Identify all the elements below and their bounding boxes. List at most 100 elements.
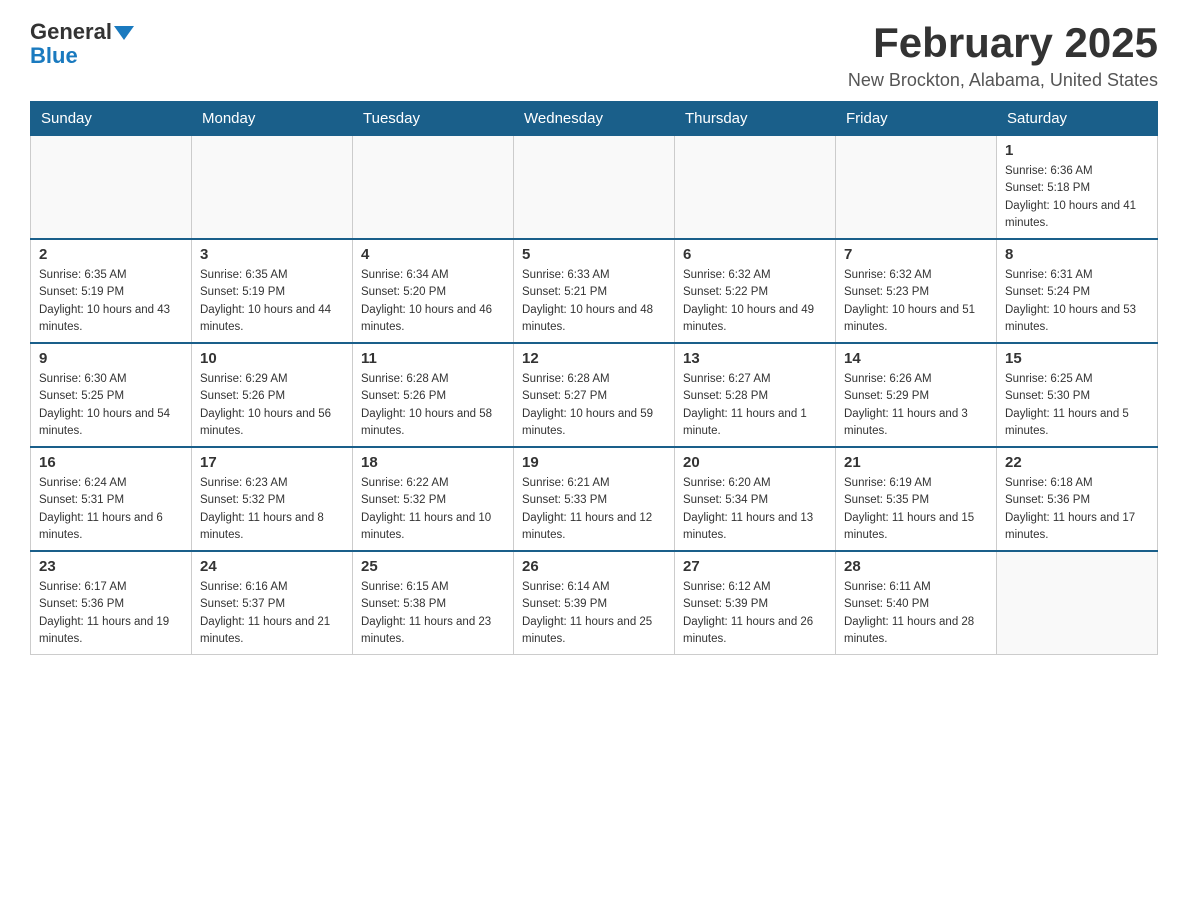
logo: General Blue [30,20,134,68]
calendar-cell: 19 Sunrise: 6:21 AMSunset: 5:33 PMDayligh… [514,447,675,551]
day-number: 14 [844,350,988,367]
day-info: Sunrise: 6:35 AMSunset: 5:19 PMDaylight:… [39,267,183,336]
day-info: Sunrise: 6:34 AMSunset: 5:20 PMDaylight:… [361,267,505,336]
day-number: 18 [361,454,505,471]
calendar-week-1: 1Sunrise: 6:36 AMSunset: 5:18 PMDaylight… [31,136,1158,240]
day-info: Sunrise: 6:12 AMSunset: 5:39 PMDaylight:… [683,579,827,648]
logo-text: General [30,20,134,44]
calendar-cell: 18 Sunrise: 6:22 AMSunset: 5:32 PMDayligh… [353,447,514,551]
day-number: 7 [844,246,988,263]
day-number: 26 [522,558,666,575]
day-info: Sunrise: 6:25 AMSunset: 5:30 PMDaylight:… [1005,371,1149,440]
calendar-cell [353,136,514,240]
calendar-week-3: 9 Sunrise: 6:30 AMSunset: 5:25 PMDaylight… [31,343,1158,447]
day-number: 22 [1005,454,1149,471]
calendar-header-tuesday: Tuesday [353,102,514,136]
calendar-cell: 10Sunrise: 6:29 AMSunset: 5:26 PMDayligh… [192,343,353,447]
logo-triangle-icon [114,26,134,40]
day-info: Sunrise: 6:27 AMSunset: 5:28 PMDaylight:… [683,371,827,440]
calendar-cell [192,136,353,240]
day-info: Sunrise: 6:32 AMSunset: 5:23 PMDaylight:… [844,267,988,336]
day-number: 28 [844,558,988,575]
day-info: Sunrise: 6:19 AMSunset: 5:35 PMDaylight:… [844,475,988,544]
day-info: Sunrise: 6:20 AMSunset: 5:34 PMDaylight:… [683,475,827,544]
calendar-cell: 1Sunrise: 6:36 AMSunset: 5:18 PMDaylight… [997,136,1158,240]
calendar-cell: 16 Sunrise: 6:24 AMSunset: 5:31 PMDayligh… [31,447,192,551]
calendar-cell: 28Sunrise: 6:11 AMSunset: 5:40 PMDayligh… [836,551,997,655]
calendar-cell: 7 Sunrise: 6:32 AMSunset: 5:23 PMDaylight… [836,239,997,343]
calendar-cell: 23 Sunrise: 6:17 AMSunset: 5:36 PMDayligh… [31,551,192,655]
day-info: Sunrise: 6:31 AMSunset: 5:24 PMDaylight:… [1005,267,1149,336]
calendar-cell: 24Sunrise: 6:16 AMSunset: 5:37 PMDayligh… [192,551,353,655]
location-title: New Brockton, Alabama, United States [848,70,1158,91]
calendar-cell [675,136,836,240]
day-info: Sunrise: 6:15 AMSunset: 5:38 PMDaylight:… [361,579,505,648]
day-number: 21 [844,454,988,471]
day-number: 2 [39,246,183,263]
day-number: 1 [1005,142,1149,159]
day-info: Sunrise: 6:23 AMSunset: 5:32 PMDaylight:… [200,475,344,544]
calendar-cell: 8Sunrise: 6:31 AMSunset: 5:24 PMDaylight… [997,239,1158,343]
calendar-cell: 17Sunrise: 6:23 AMSunset: 5:32 PMDayligh… [192,447,353,551]
calendar-header-row: SundayMondayTuesdayWednesdayThursdayFrid… [31,102,1158,136]
day-number: 3 [200,246,344,263]
day-number: 11 [361,350,505,367]
calendar-cell: 2 Sunrise: 6:35 AMSunset: 5:19 PMDaylight… [31,239,192,343]
calendar-cell: 14 Sunrise: 6:26 AMSunset: 5:29 PMDayligh… [836,343,997,447]
day-info: Sunrise: 6:28 AMSunset: 5:27 PMDaylight:… [522,371,666,440]
calendar-cell: 20 Sunrise: 6:20 AMSunset: 5:34 PMDayligh… [675,447,836,551]
calendar-header-friday: Friday [836,102,997,136]
day-info: Sunrise: 6:18 AMSunset: 5:36 PMDaylight:… [1005,475,1149,544]
calendar-table: SundayMondayTuesdayWednesdayThursdayFrid… [30,101,1158,655]
day-number: 25 [361,558,505,575]
day-number: 13 [683,350,827,367]
day-info: Sunrise: 6:22 AMSunset: 5:32 PMDaylight:… [361,475,505,544]
calendar-cell: 25 Sunrise: 6:15 AMSunset: 5:38 PMDayligh… [353,551,514,655]
day-number: 20 [683,454,827,471]
day-info: Sunrise: 6:21 AMSunset: 5:33 PMDaylight:… [522,475,666,544]
day-info: Sunrise: 6:26 AMSunset: 5:29 PMDaylight:… [844,371,988,440]
calendar-cell: 11 Sunrise: 6:28 AMSunset: 5:26 PMDayligh… [353,343,514,447]
calendar-cell: 21 Sunrise: 6:19 AMSunset: 5:35 PMDayligh… [836,447,997,551]
day-info: Sunrise: 6:32 AMSunset: 5:22 PMDaylight:… [683,267,827,336]
month-title: February 2025 [848,20,1158,66]
calendar-cell: 6 Sunrise: 6:32 AMSunset: 5:22 PMDaylight… [675,239,836,343]
day-number: 5 [522,246,666,263]
day-number: 10 [200,350,344,367]
calendar-week-5: 23 Sunrise: 6:17 AMSunset: 5:36 PMDayligh… [31,551,1158,655]
calendar-header-monday: Monday [192,102,353,136]
calendar-cell [514,136,675,240]
title-section: February 2025 New Brockton, Alabama, Uni… [848,20,1158,91]
day-number: 6 [683,246,827,263]
day-info: Sunrise: 6:14 AMSunset: 5:39 PMDaylight:… [522,579,666,648]
day-number: 27 [683,558,827,575]
calendar-cell [997,551,1158,655]
calendar-cell: 22 Sunrise: 6:18 AMSunset: 5:36 PMDayligh… [997,447,1158,551]
calendar-cell: 15 Sunrise: 6:25 AMSunset: 5:30 PMDayligh… [997,343,1158,447]
day-info: Sunrise: 6:28 AMSunset: 5:26 PMDaylight:… [361,371,505,440]
logo-general: General [30,19,112,44]
day-number: 12 [522,350,666,367]
day-info: Sunrise: 6:30 AMSunset: 5:25 PMDaylight:… [39,371,183,440]
calendar-header-sunday: Sunday [31,102,192,136]
calendar-week-2: 2 Sunrise: 6:35 AMSunset: 5:19 PMDaylight… [31,239,1158,343]
day-number: 9 [39,350,183,367]
day-number: 23 [39,558,183,575]
calendar-week-4: 16 Sunrise: 6:24 AMSunset: 5:31 PMDayligh… [31,447,1158,551]
day-info: Sunrise: 6:24 AMSunset: 5:31 PMDaylight:… [39,475,183,544]
day-number: 16 [39,454,183,471]
day-number: 4 [361,246,505,263]
day-number: 15 [1005,350,1149,367]
calendar-cell: 5 Sunrise: 6:33 AMSunset: 5:21 PMDaylight… [514,239,675,343]
day-info: Sunrise: 6:33 AMSunset: 5:21 PMDaylight:… [522,267,666,336]
day-info: Sunrise: 6:17 AMSunset: 5:36 PMDaylight:… [39,579,183,648]
calendar-header-wednesday: Wednesday [514,102,675,136]
day-info: Sunrise: 6:35 AMSunset: 5:19 PMDaylight:… [200,267,344,336]
day-info: Sunrise: 6:16 AMSunset: 5:37 PMDaylight:… [200,579,344,648]
calendar-cell: 3 Sunrise: 6:35 AMSunset: 5:19 PMDaylight… [192,239,353,343]
day-number: 19 [522,454,666,471]
calendar-cell: 9 Sunrise: 6:30 AMSunset: 5:25 PMDaylight… [31,343,192,447]
calendar-cell: 4 Sunrise: 6:34 AMSunset: 5:20 PMDaylight… [353,239,514,343]
calendar-cell: 27 Sunrise: 6:12 AMSunset: 5:39 PMDayligh… [675,551,836,655]
calendar-header-thursday: Thursday [675,102,836,136]
